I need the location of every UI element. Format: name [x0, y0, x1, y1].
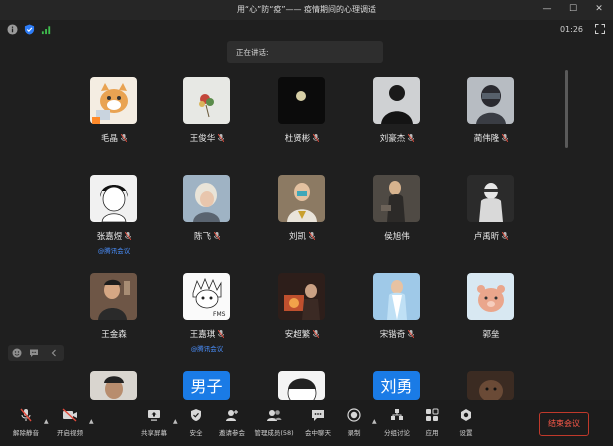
participant-name: 侯旭伟: [384, 232, 410, 242]
video-options-caret[interactable]: ▲: [89, 418, 94, 425]
members-label: 管理成员(58): [254, 429, 294, 437]
avatar: FMS: [183, 273, 230, 320]
participant-name: 郭垒: [482, 330, 500, 340]
add-user-icon: [226, 410, 238, 421]
record-icon: [347, 408, 361, 422]
participant-name: 刘豪杰: [349, 132, 445, 144]
participant-name: 毛晶: [66, 132, 162, 144]
svg-text:FMS: FMS: [213, 311, 226, 318]
avatar: [90, 371, 137, 400]
avatar: [183, 175, 230, 222]
mic-muted-icon: [20, 408, 32, 422]
share-screen-label: 共享屏幕: [141, 429, 167, 437]
share-screen-button[interactable]: 共享屏幕: [132, 408, 176, 437]
apps-icon: [426, 408, 439, 421]
mic-icon: [502, 134, 509, 142]
avatar: [278, 371, 325, 400]
avatar: [278, 77, 325, 124]
participant-name: 陈飞: [159, 230, 255, 242]
members-icon: [267, 410, 282, 421]
avatar-text: 刘勇: [373, 371, 420, 400]
mic-icon: [313, 134, 320, 142]
avatar-text: 男子: [183, 371, 230, 400]
breakout-rooms-icon: [391, 409, 403, 420]
unmute-label: 解除静音: [13, 429, 39, 437]
chat-icon: [312, 410, 324, 421]
mic-icon: [313, 330, 320, 338]
participant-name: 王金森: [101, 330, 127, 340]
avatar: [467, 273, 514, 320]
participant-name: 杜贤彬: [254, 132, 350, 144]
mic-icon: [408, 330, 415, 338]
participant-tag: @腾讯会议: [190, 345, 224, 353]
settings-label: 设置: [459, 429, 473, 437]
participant-name: 王嘉琪: [159, 328, 255, 340]
participant-name: 安超繁: [254, 328, 350, 340]
start-video-button[interactable]: 开启视频: [48, 408, 92, 437]
mic-icon: [121, 134, 127, 142]
avatar: [467, 371, 514, 400]
meeting-toolbar: 解除静音 ▲ 开启视频 ▲ 共享屏幕 ▲ 安全 邀请参会 管理成员(58) 会中…: [0, 400, 613, 446]
settings-button[interactable]: 设置: [444, 408, 488, 437]
collapse-left-icon[interactable]: [49, 348, 59, 358]
avatar: [373, 175, 420, 222]
avatar: [467, 77, 514, 124]
avatar: [278, 273, 325, 320]
manage-members-button[interactable]: 管理成员(58): [252, 408, 296, 437]
chat-bubble-icon[interactable]: [29, 348, 39, 358]
mic-icon: [408, 134, 415, 142]
avatar: [90, 175, 137, 222]
record-label: 录制: [347, 429, 361, 437]
participant-name: 蔺伟隆: [443, 132, 539, 144]
start-video-label: 开启视频: [57, 429, 83, 437]
avatar: [183, 77, 230, 124]
participant-tag: @腾讯会议: [97, 247, 131, 255]
invite-button[interactable]: 邀请参会: [210, 408, 254, 437]
mic-icon: [218, 330, 225, 338]
gear-icon: [461, 409, 471, 421]
avatar: [467, 175, 514, 222]
participant-grid: 毛晶 王俊华 杜贤彬 刘豪杰 蔺伟隆 张嘉煜 @腾讯会议 陈飞 刘凯 侯旭伟 卢…: [0, 0, 613, 400]
participant-name: 王俊华: [159, 132, 255, 144]
scrollbar[interactable]: [565, 70, 568, 148]
shield-icon: [191, 409, 201, 421]
mic-icon: [214, 232, 220, 240]
mic-icon: [218, 134, 225, 142]
participant-name: 刘凯: [254, 230, 350, 242]
avatar: [373, 77, 420, 124]
record-button[interactable]: 录制: [332, 408, 376, 437]
invite-label: 邀请参会: [219, 429, 245, 437]
mic-icon: [309, 232, 315, 240]
end-meeting-button[interactable]: 结束会议: [539, 412, 589, 436]
mic-icon: [502, 232, 509, 240]
emoji-icon[interactable]: [12, 348, 22, 358]
avatar: [373, 273, 420, 320]
avatar: [90, 77, 137, 124]
unmute-button[interactable]: 解除静音: [4, 408, 48, 437]
participant-name: 宋锴奇: [349, 328, 445, 340]
share-screen-icon: [148, 410, 160, 421]
camera-off-icon: [62, 408, 77, 422]
avatar: [278, 175, 325, 222]
avatar: [90, 273, 137, 320]
reaction-panel: [8, 345, 64, 361]
participant-name: 张嘉煜: [66, 230, 162, 242]
mic-icon: [125, 232, 132, 240]
participant-name: 卢禹昕: [443, 230, 539, 242]
